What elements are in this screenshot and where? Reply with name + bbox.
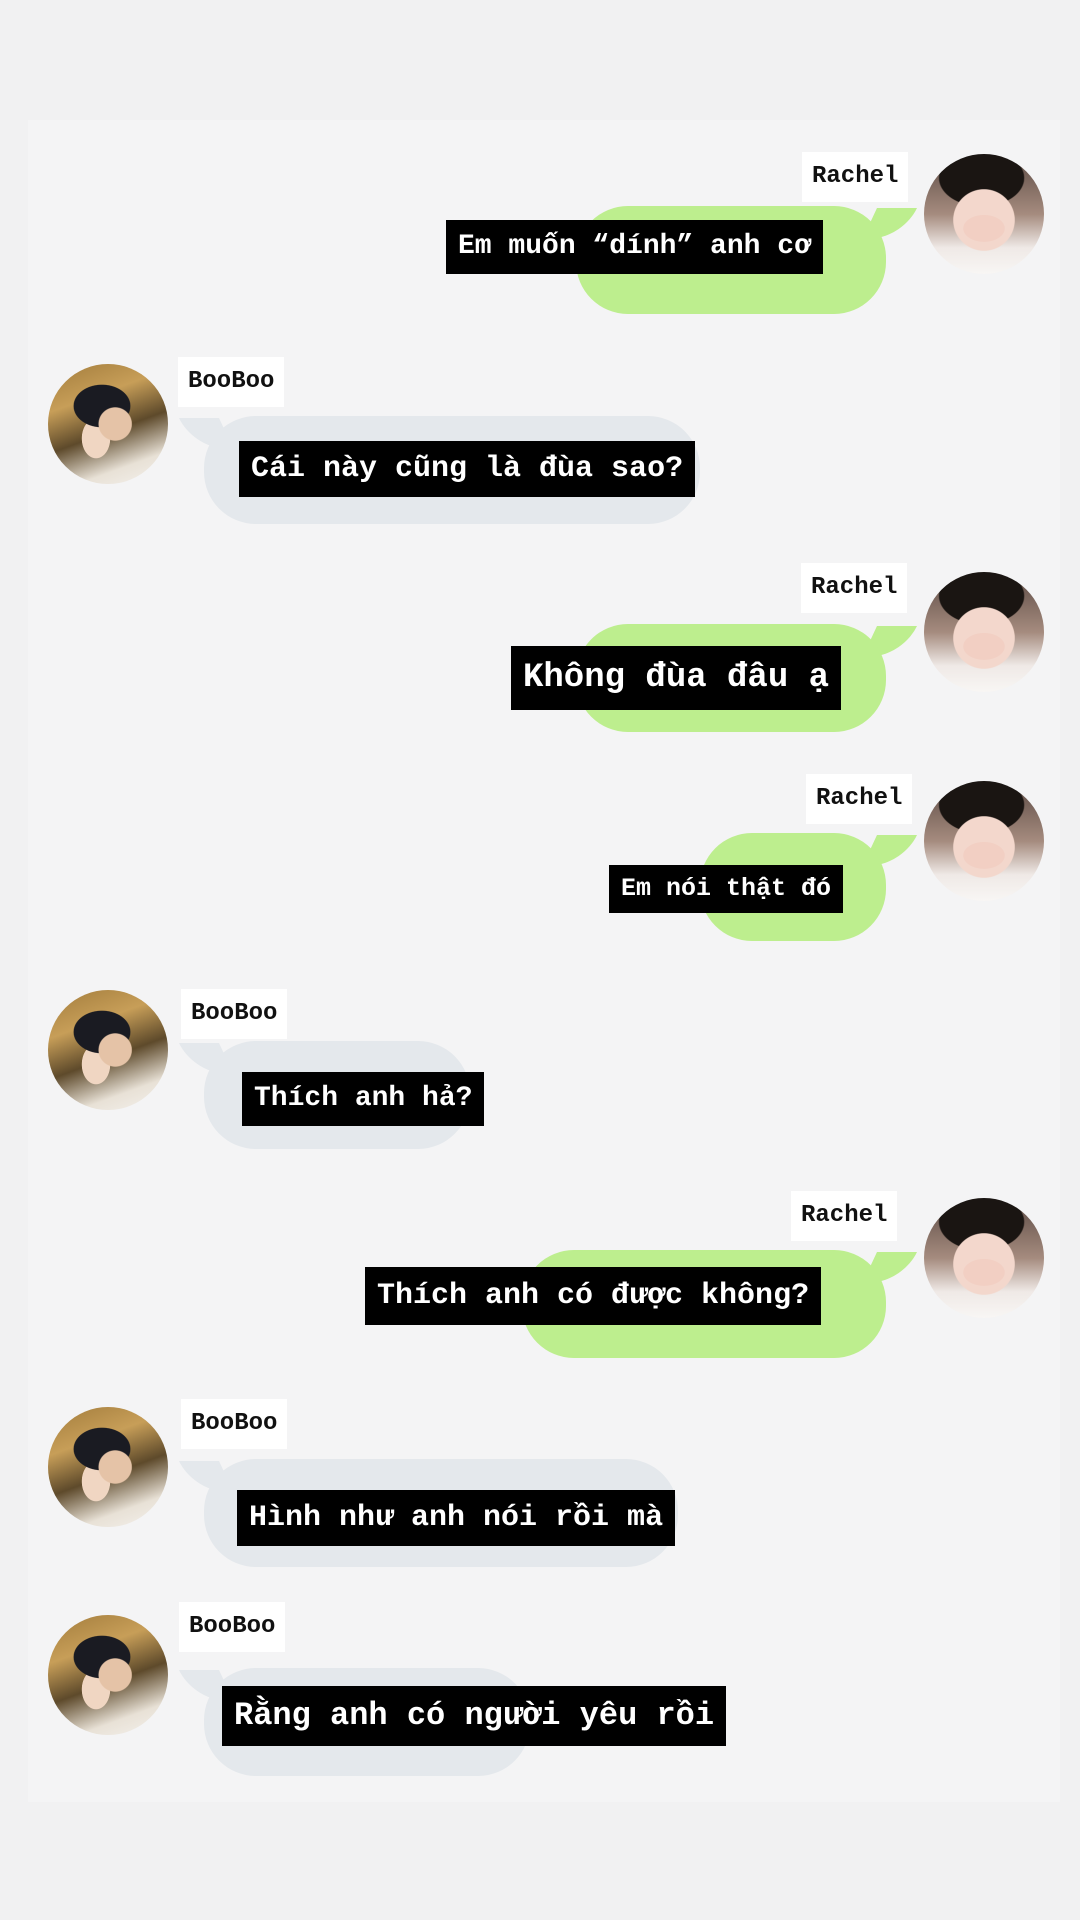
sender-name: Rachel <box>806 774 913 824</box>
sender-name: BooBoo <box>181 1399 288 1449</box>
avatar-booboo[interactable] <box>48 364 168 484</box>
avatar-rachel[interactable] <box>924 572 1044 692</box>
sender-name: BooBoo <box>178 357 285 407</box>
message-text: Em muốn “dính” anh cơ <box>446 220 823 274</box>
sender-name: Rachel <box>802 152 909 202</box>
message-text: Hình như anh nói rồi mà <box>237 1490 676 1546</box>
avatar-rachel[interactable] <box>924 154 1044 274</box>
avatar-rachel[interactable] <box>924 1198 1044 1318</box>
sender-name: Rachel <box>801 563 908 613</box>
avatar-booboo[interactable] <box>48 990 168 1110</box>
sender-name: BooBoo <box>181 989 288 1039</box>
message-text: Thích anh hả? <box>242 1072 485 1126</box>
sender-name: Rachel <box>791 1191 898 1241</box>
sender-name: BooBoo <box>179 1602 286 1652</box>
message-text: Không đùa đâu ạ <box>511 646 842 710</box>
message-text: Cái này cũng là đùa sao? <box>239 441 696 497</box>
avatar-booboo[interactable] <box>48 1615 168 1735</box>
avatar-rachel[interactable] <box>924 781 1044 901</box>
message-text: Thích anh có được không? <box>365 1267 822 1325</box>
message-text: Em nói thật đó <box>609 865 844 913</box>
message-text: Rằng anh có người yêu rồi <box>222 1686 727 1746</box>
avatar-booboo[interactable] <box>48 1407 168 1527</box>
